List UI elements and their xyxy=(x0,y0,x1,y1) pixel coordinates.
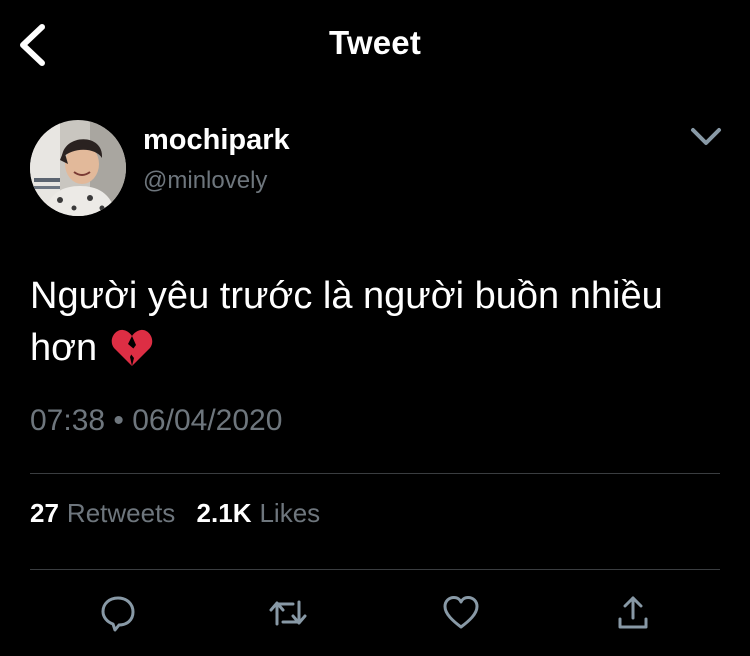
divider xyxy=(30,569,720,570)
retweets-count: 27 xyxy=(30,498,59,528)
reply-button[interactable] xyxy=(98,593,138,633)
reply-icon xyxy=(101,596,135,632)
retweets-stat[interactable]: 27 Retweets xyxy=(30,498,175,529)
divider xyxy=(30,473,720,474)
tweet-timestamp: 07:38 • 06/04/2020 xyxy=(30,404,283,437)
like-button[interactable] xyxy=(441,593,481,633)
share-icon xyxy=(618,596,648,629)
retweet-icon xyxy=(269,600,307,626)
user-handle[interactable]: @minlovely xyxy=(143,167,267,195)
retweet-button[interactable] xyxy=(268,593,308,633)
tweet-menu-button[interactable] xyxy=(688,120,724,152)
avatar[interactable] xyxy=(30,120,126,216)
tweet-stats: 27 Retweets 2.1K Likes xyxy=(30,498,320,529)
share-button[interactable] xyxy=(613,593,653,633)
header: Tweet xyxy=(0,0,750,90)
like-icon xyxy=(443,596,479,629)
tweet-detail-screen: Tweet mochipark @minlovely Người yêu trư… xyxy=(0,0,750,656)
page-title: Tweet xyxy=(328,24,422,61)
tweet-text: Người yêu trước là người buồn nhiều hơn xyxy=(30,270,730,374)
likes-count: 2.1K xyxy=(196,498,252,528)
broken-heart-icon xyxy=(111,328,153,368)
avatar-photo xyxy=(30,120,126,216)
likes-stat[interactable]: 2.1K Likes xyxy=(197,498,321,529)
display-name[interactable]: mochipark xyxy=(143,124,290,157)
chevron-down-icon xyxy=(691,128,721,145)
retweets-label: Retweets xyxy=(66,498,176,528)
likes-label: Likes xyxy=(259,498,321,528)
